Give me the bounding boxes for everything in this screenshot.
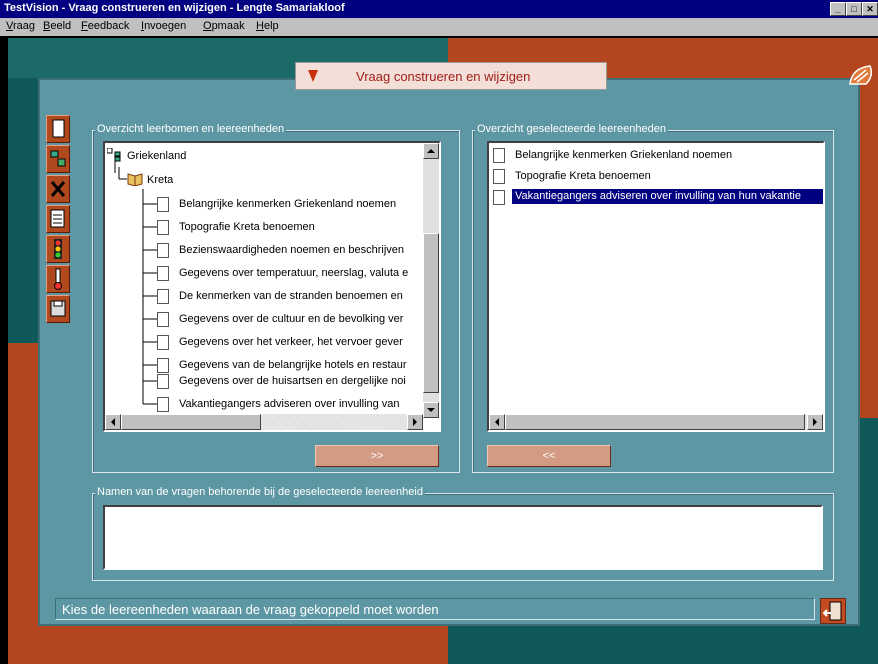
document-icon	[157, 374, 169, 389]
selected-units-list[interactable]: Belangrijke kenmerken Griekenland noemen…	[487, 141, 825, 432]
document-icon	[157, 312, 169, 327]
traffic-light-icon[interactable]	[46, 235, 70, 263]
tree-view-icon[interactable]	[46, 145, 70, 173]
hscroll-thumb[interactable]	[121, 414, 261, 430]
document-icon	[157, 289, 169, 304]
tree-leaf-item[interactable]: Gegevens van de belangrijke hotels en re…	[179, 359, 406, 371]
tree-leaf-item[interactable]: De kenmerken van de stranden benoemen en	[179, 290, 403, 302]
add-selection-button[interactable]: >>	[315, 445, 439, 467]
document-icon	[493, 169, 505, 184]
learning-tree-view[interactable]: Griekenland Kreta Belangrijke kenmerken …	[103, 141, 441, 432]
selected-horizontal-scrollbar[interactable]	[489, 414, 823, 430]
exit-door-icon[interactable]	[820, 598, 846, 624]
minimize-button[interactable]: _	[830, 2, 846, 16]
tree-vertical-scrollbar[interactable]	[423, 143, 439, 418]
tree-leaf-item[interactable]: Gegevens over de cultuur en de bevolking…	[179, 313, 403, 325]
thermometer-icon[interactable]	[46, 265, 70, 293]
screen-title: Vraag construeren en wijzigen	[356, 69, 531, 84]
menu-bar: Vraag Beeld Feedback Invoegen Opmaak Hel…	[0, 18, 878, 36]
selected-units-legend: Overzicht geselecteerde leereenheden	[475, 123, 668, 135]
menu-opmaak[interactable]: Opmaak	[203, 20, 245, 32]
scroll-up-icon[interactable]	[423, 143, 439, 159]
tree-root-griekenland[interactable]: Griekenland	[127, 150, 186, 162]
close-button[interactable]: ✕	[862, 2, 878, 16]
selected-unit-item[interactable]: Topografie Kreta benoemen	[515, 170, 651, 182]
status-bar: Kies de leereenheden waaraan de vraag ge…	[55, 598, 815, 620]
tree-leaf-item[interactable]: Vakantiegangers adviseren over invulling…	[179, 398, 400, 410]
document-icon	[157, 243, 169, 258]
corner-logo-icon	[849, 65, 873, 85]
document-icon	[157, 197, 169, 212]
tree-leaf-item[interactable]: Belangrijke kenmerken Griekenland noemen	[179, 198, 396, 210]
list-edit-icon[interactable]	[46, 205, 70, 233]
selected-unit-item[interactable]: Belangrijke kenmerken Griekenland noemen	[515, 149, 732, 161]
tree-leaf-item[interactable]: Gegevens over de huisartsen en dergelijk…	[179, 375, 406, 387]
menu-invoegen[interactable]: Invoegen	[141, 20, 186, 32]
menu-help[interactable]: Help	[256, 20, 279, 32]
document-icon	[157, 220, 169, 235]
document-icon	[493, 190, 505, 205]
maximize-button[interactable]: □	[846, 2, 862, 16]
new-document-icon[interactable]	[46, 115, 70, 143]
tools-icon[interactable]	[46, 175, 70, 203]
tree-leaf-item[interactable]: Gegevens over het verkeer, het vervoer g…	[179, 336, 403, 348]
tree-horizontal-scrollbar[interactable]	[105, 414, 423, 430]
remove-selection-button[interactable]: <<	[487, 445, 611, 467]
document-icon	[157, 397, 169, 412]
scroll-left-icon[interactable]	[105, 414, 121, 430]
title-bar: TestVision - Vraag construeren en wijzig…	[0, 0, 878, 18]
document-icon	[493, 148, 505, 163]
scroll-down-icon[interactable]	[423, 402, 439, 418]
tree-node-kreta[interactable]: Kreta	[147, 174, 173, 186]
tree-root-icon	[106, 147, 121, 162]
questions-legend: Namen van de vragen behorende bij de ges…	[95, 486, 425, 498]
status-text: Kies de leereenheden waaraan de vraag ge…	[62, 602, 439, 617]
menu-feedback[interactable]: Feedback	[81, 20, 129, 32]
triangle-icon	[308, 70, 318, 82]
scroll-thumb[interactable]	[423, 233, 439, 393]
scroll-right-icon[interactable]	[407, 414, 423, 430]
hscroll-thumb[interactable]	[505, 414, 805, 430]
tree-leaf-item[interactable]: Topografie Kreta benoemen	[179, 221, 315, 233]
tree-leaf-item[interactable]: Gegevens over temperatuur, neerslag, val…	[179, 267, 408, 279]
learning-trees-legend: Overzicht leerbomen en leereenheden	[95, 123, 287, 135]
scroll-right-icon[interactable]	[807, 414, 823, 430]
window-title: TestVision - Vraag construeren en wijzig…	[4, 2, 345, 14]
selected-unit-item-highlighted[interactable]: Vakantiegangers adviseren over invulling…	[512, 189, 823, 204]
document-icon	[157, 358, 169, 373]
save-icon[interactable]	[46, 295, 70, 323]
menu-beeld[interactable]: Beeld	[43, 20, 71, 32]
document-icon	[157, 335, 169, 350]
document-icon	[157, 266, 169, 281]
questions-list[interactable]	[103, 505, 823, 570]
scroll-left-icon[interactable]	[489, 414, 505, 430]
tree-leaf-item[interactable]: Bezienswaardigheden noemen en beschrijve…	[179, 244, 404, 256]
screen-title-banner: Vraag construeren en wijzigen	[295, 62, 607, 90]
menu-vraag[interactable]: Vraag	[6, 20, 35, 32]
book-icon	[127, 172, 143, 187]
